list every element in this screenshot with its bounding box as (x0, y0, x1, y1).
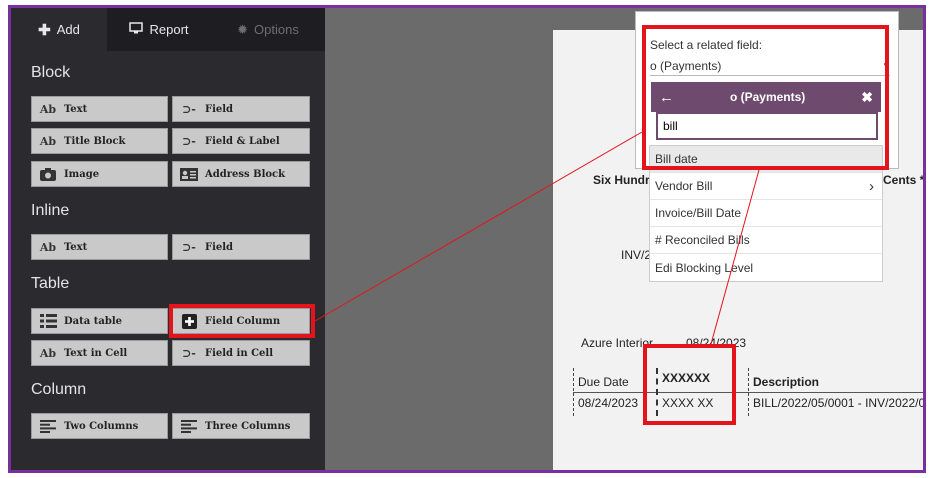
arrow-line (314, 131, 643, 322)
screenshot-frame: ✚ Add Report ✹ Options Block Ab Text ⊃- Fi… (8, 5, 926, 473)
arrow-line (710, 169, 760, 345)
annotation-arrows (314, 131, 760, 345)
